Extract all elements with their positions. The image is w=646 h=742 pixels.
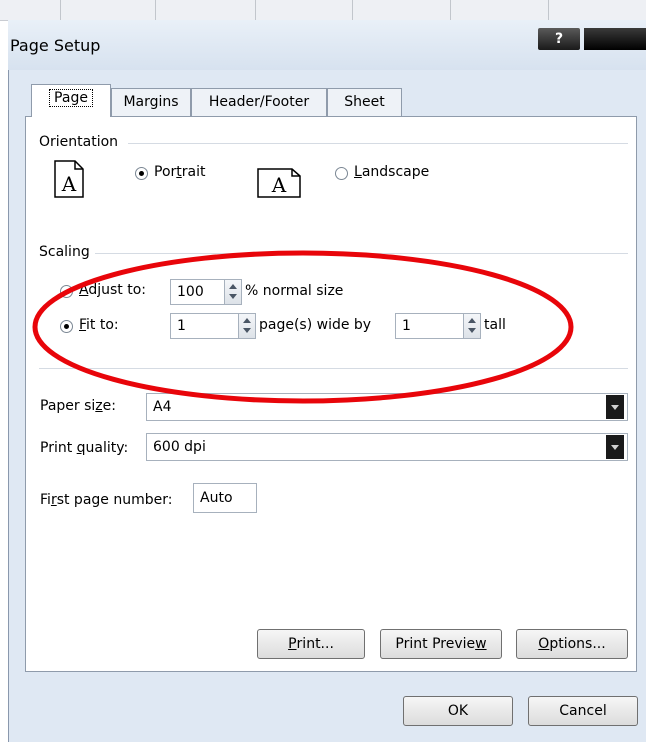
tab-margins[interactable]: Margins (111, 88, 191, 116)
tab-header-footer-label: Header/Footer (208, 94, 310, 110)
first-page-number-input[interactable]: Auto (193, 483, 257, 513)
print-button-post: rint... (296, 636, 334, 652)
portrait-label-pre: Por (154, 164, 177, 180)
print-quality-value: 600 dpi (153, 439, 206, 455)
options-button-post: ptions... (549, 636, 606, 652)
print-quality-label-post: uality: (85, 440, 129, 456)
column-separator (450, 0, 451, 20)
dialog-title: Page Setup (10, 36, 101, 55)
tab-page[interactable]: Page (31, 84, 111, 117)
tab-header-footer[interactable]: Header/Footer (191, 88, 327, 116)
tab-margins-label: Margins (123, 94, 179, 110)
print-quality-label-pre: Print (40, 440, 77, 456)
chevron-down-icon[interactable] (606, 435, 624, 459)
tab-page-label: Page (49, 89, 93, 107)
first-page-number-value: Auto (200, 490, 233, 506)
close-button[interactable] (584, 28, 646, 50)
print-preview-pre: Print Previe (395, 636, 476, 652)
group-divider (128, 143, 628, 144)
options-button[interactable]: Options... (516, 629, 628, 659)
print-quality-label: Print quality: (40, 440, 128, 456)
help-button[interactable]: ? (538, 28, 580, 50)
column-separator (352, 0, 353, 20)
column-separator (548, 0, 549, 20)
print-button[interactable]: Print... (257, 629, 365, 659)
orientation-heading: Orientation (39, 134, 119, 150)
landscape-page-icon: A (257, 168, 301, 198)
first-page-label-pre: Fi (40, 492, 51, 508)
print-quality-select[interactable]: 600 dpi (146, 433, 628, 461)
portrait-icon-glyph: A (61, 172, 77, 196)
tab-sheet[interactable]: Sheet (327, 88, 402, 116)
landscape-radio[interactable] (335, 167, 348, 180)
portrait-label[interactable]: Portrait (154, 164, 205, 180)
landscape-label[interactable]: Landscape (354, 164, 429, 180)
options-button-key: O (538, 636, 550, 652)
column-separator (60, 0, 61, 20)
landscape-icon-glyph: A (271, 173, 287, 197)
first-page-label-post: st page number: (56, 492, 173, 508)
print-preview-button[interactable]: Print Preview (380, 629, 502, 659)
chevron-down-icon[interactable] (606, 395, 624, 419)
ok-button[interactable]: OK (403, 696, 513, 726)
print-button-key: P (288, 636, 297, 652)
column-separator (155, 0, 156, 20)
first-page-number-label: First page number: (40, 492, 172, 508)
portrait-label-post: rait (181, 164, 206, 180)
portrait-radio[interactable] (135, 167, 148, 180)
print-preview-key: w (475, 636, 487, 652)
highlight-ellipse (32, 250, 574, 404)
portrait-page-icon: A (54, 160, 84, 198)
spreadsheet-header-strip (0, 0, 646, 21)
tab-sheet-label: Sheet (344, 94, 385, 110)
landscape-label-key: L (354, 164, 362, 180)
cancel-button[interactable]: Cancel (528, 696, 638, 726)
column-separator (255, 0, 256, 20)
landscape-label-post: andscape (361, 164, 430, 180)
print-quality-label-key: q (76, 440, 86, 456)
